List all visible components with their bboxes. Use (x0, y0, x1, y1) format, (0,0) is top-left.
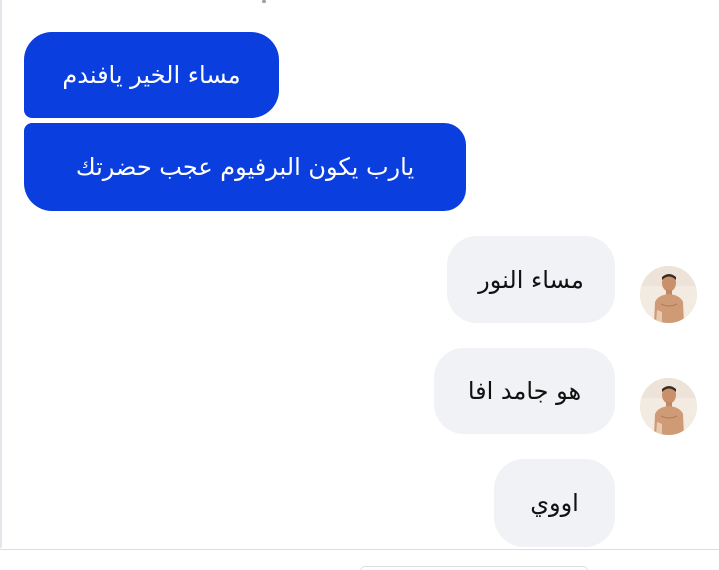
contact-avatar[interactable] (640, 266, 697, 323)
message-bubble-sent[interactable]: يارب يكون البرفيوم عجب حضرتك (24, 123, 466, 211)
message-bubble-sent[interactable]: مساء الخير يافندم (24, 32, 279, 118)
message-text: اووي (530, 489, 579, 517)
person-photo-icon (640, 266, 697, 323)
message-bubble-received[interactable]: اووي (494, 459, 615, 547)
panel-divider (0, 0, 2, 548)
message-bubble-received[interactable]: هو جامد افا (434, 348, 615, 434)
message-bubble-received[interactable]: مساء النور (447, 236, 615, 323)
message-text: مساء النور (478, 265, 584, 294)
message-text: هو جامد افا (467, 377, 582, 405)
chat-screen: مساء الخير يافندم يارب يكون البرفيوم عجب… (0, 0, 719, 570)
contact-avatar[interactable] (640, 378, 697, 435)
person-photo-icon (640, 378, 697, 435)
message-text: يارب يكون البرفيوم عجب حضرتك (75, 153, 415, 181)
message-text: مساء الخير يافندم (62, 61, 241, 89)
composer-divider (0, 549, 719, 550)
composer-input-edge[interactable] (360, 566, 588, 570)
top-fragment (262, 0, 266, 3)
